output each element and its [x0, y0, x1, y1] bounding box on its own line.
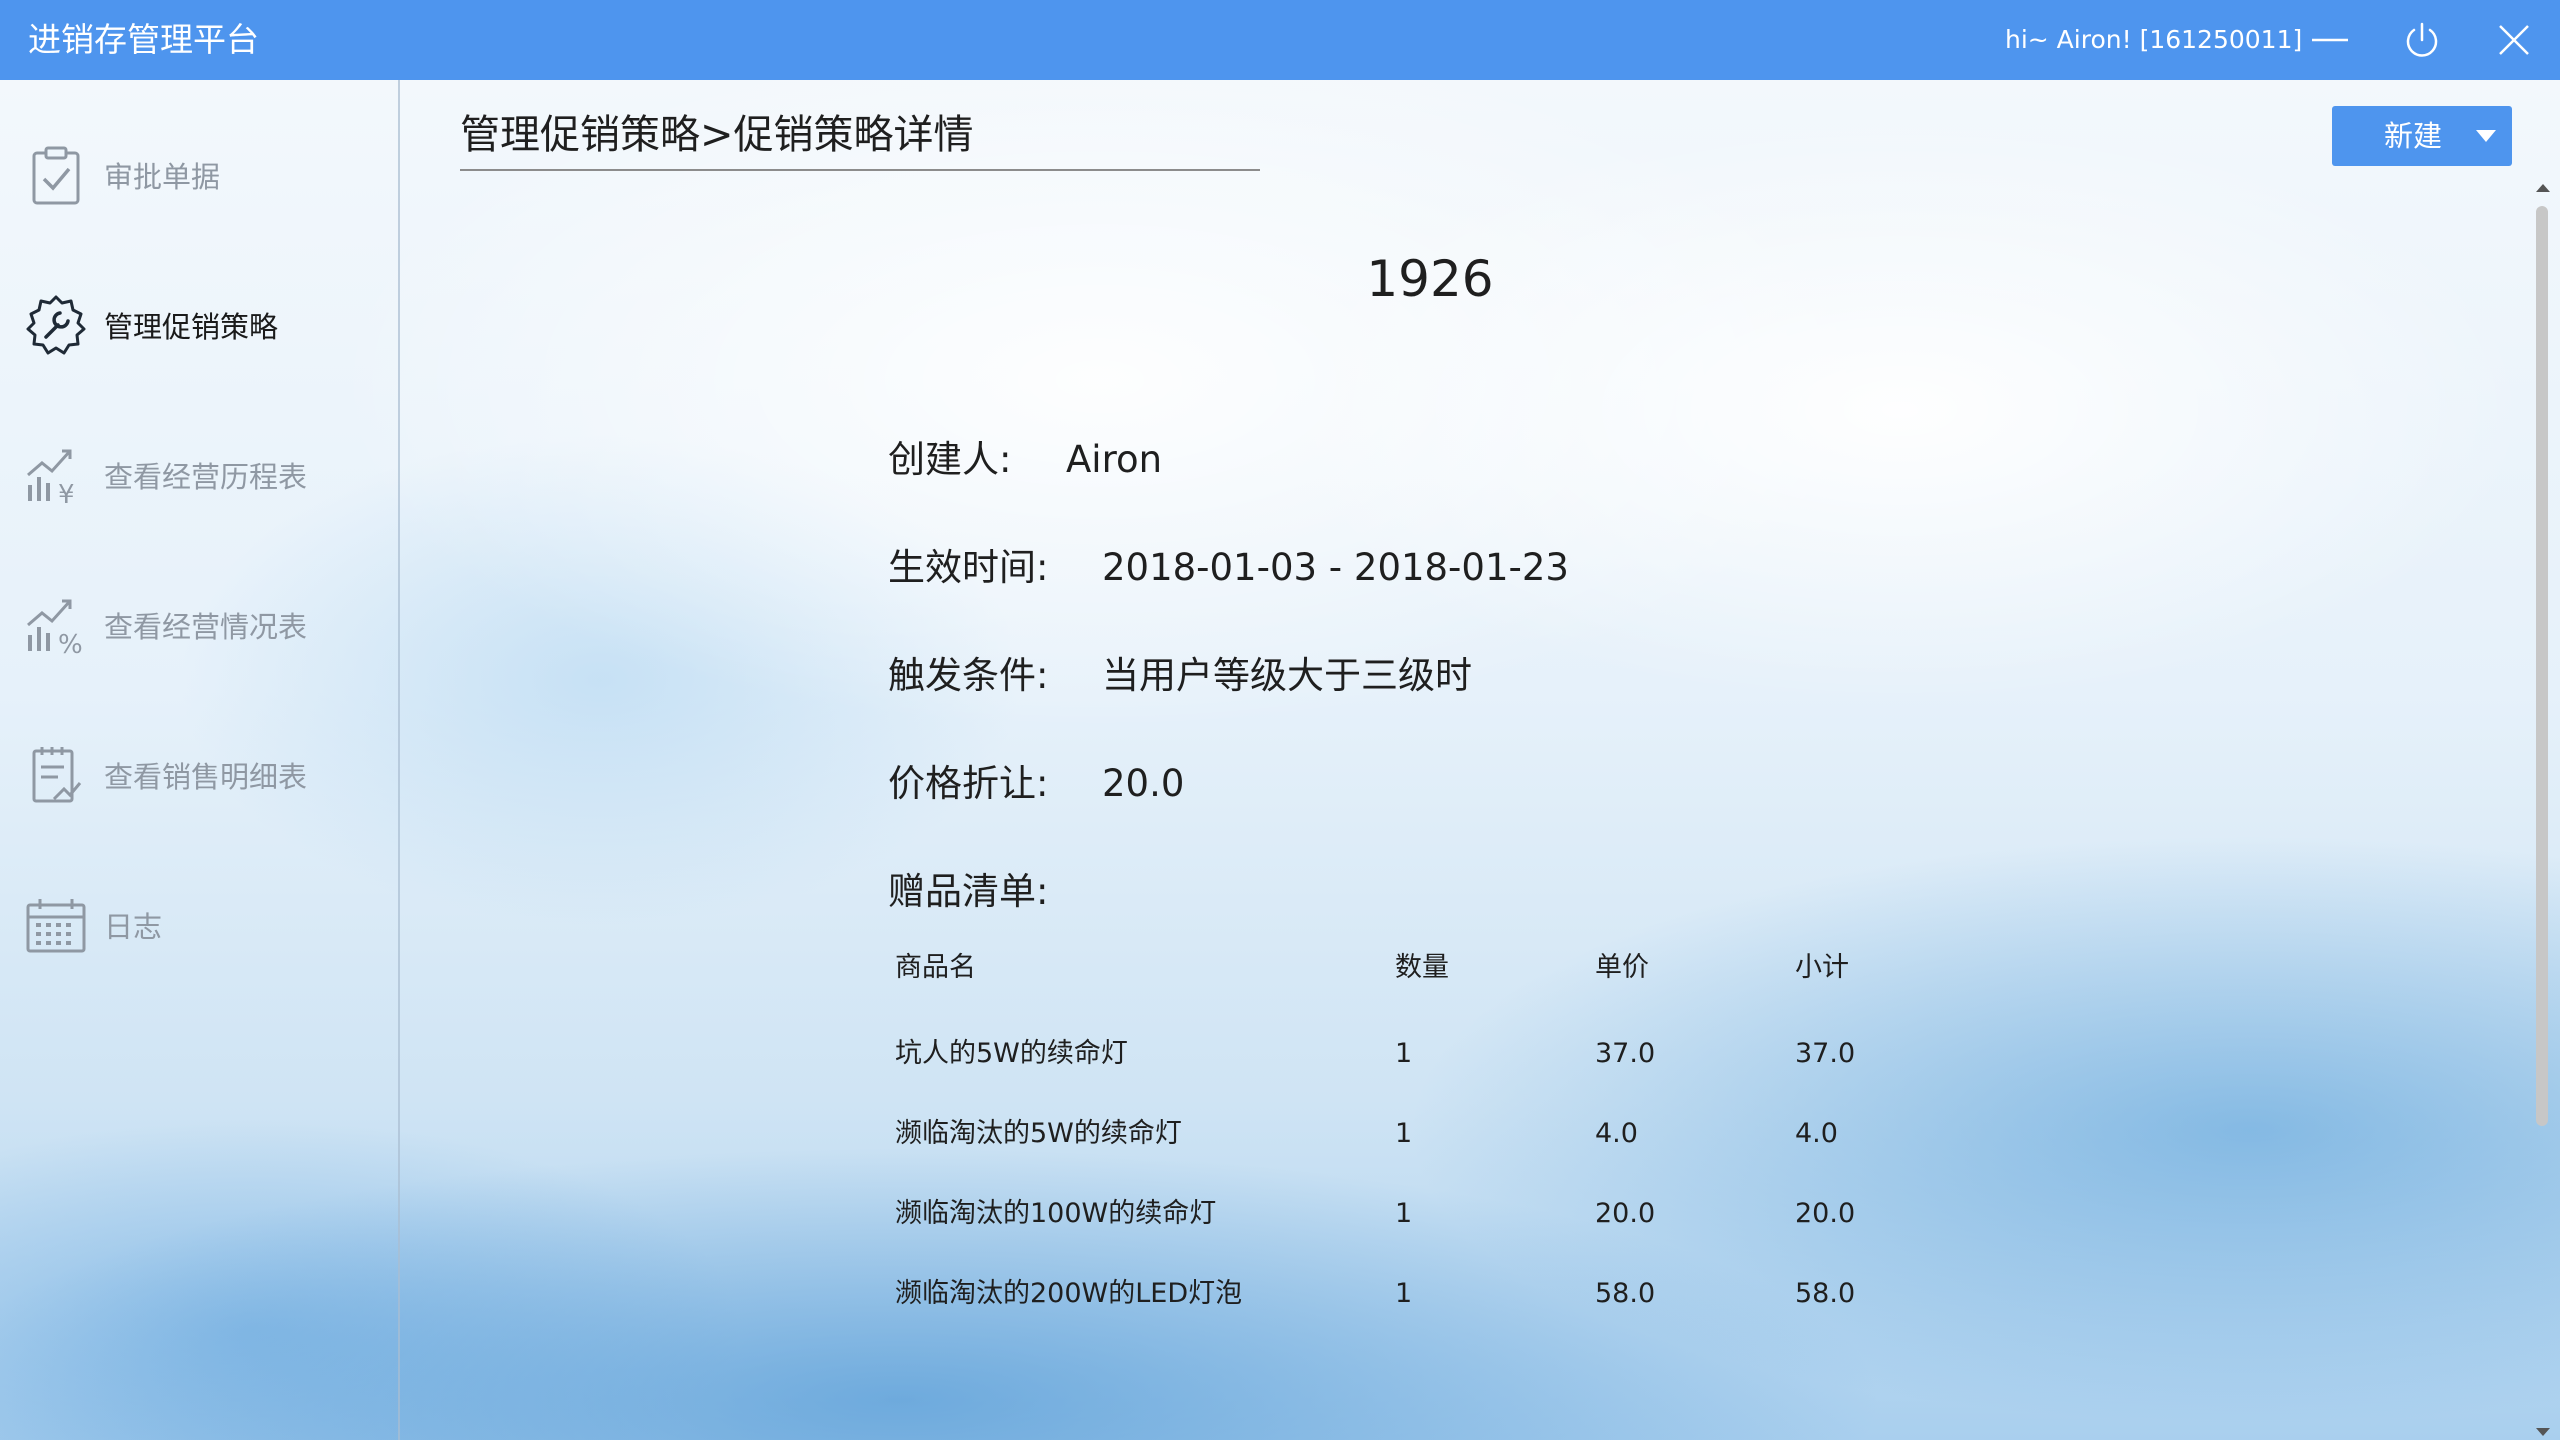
cell-unit-price: 58.0	[1595, 1278, 1656, 1309]
close-button[interactable]	[2490, 16, 2538, 64]
svg-text:%: %	[58, 630, 83, 657]
app-title: 进销存管理平台	[28, 20, 259, 59]
scroll-up-arrow-icon[interactable]	[2536, 184, 2550, 192]
cell-subtotal: 37.0	[1795, 1038, 1856, 1069]
svg-text:¥: ¥	[58, 480, 75, 507]
sidebar-item-label: 查看经营历程表	[104, 460, 308, 494]
effective-time-field: 生效时间: 2018-01-03 - 2018-01-23	[888, 543, 1569, 593]
column-header-name: 商品名	[895, 952, 976, 983]
cell-unit-price: 4.0	[1595, 1118, 1638, 1149]
cell-quantity: 1	[1395, 1118, 1413, 1149]
column-header-subtotal: 小计	[1795, 952, 1849, 983]
sidebar-item-promotion[interactable]: 管理促销策略	[0, 265, 398, 385]
sidebar-item-business-report[interactable]: % 查看经营情况表	[0, 565, 398, 685]
sidebar: 审批单据 管理促销策略 ¥ 查看经营历程表 % 查看经营情况表 查看销售明细表 …	[0, 80, 400, 1440]
sidebar-item-label: 查看销售明细表	[104, 760, 308, 794]
chart-percent-icon: %	[27, 599, 83, 657]
creator-field: 创建人: Airon	[888, 435, 1162, 485]
power-icon	[2406, 22, 2438, 57]
power-button[interactable]	[2398, 16, 2446, 64]
minimize-button[interactable]	[2306, 16, 2354, 64]
trigger-condition-label: 触发条件:	[888, 654, 1049, 697]
cell-unit-price: 37.0	[1595, 1038, 1656, 1069]
new-button[interactable]: 新建	[2332, 106, 2512, 166]
sidebar-item-history-report[interactable]: ¥ 查看经营历程表	[0, 415, 398, 535]
sidebar-item-label: 日志	[104, 910, 163, 944]
scroll-down-arrow-icon[interactable]	[2536, 1428, 2550, 1436]
breadcrumb: 管理促销策略>促销策略详情	[460, 105, 1260, 171]
column-header-unit-price: 单价	[1595, 952, 1649, 983]
creator-label: 创建人:	[888, 438, 1012, 481]
sidebar-item-log[interactable]: 日志	[0, 865, 398, 985]
cell-subtotal: 58.0	[1795, 1278, 1856, 1309]
cell-subtotal: 4.0	[1795, 1118, 1838, 1149]
cell-subtotal: 20.0	[1795, 1198, 1856, 1229]
minimize-icon	[2312, 38, 2348, 42]
cell-name: 濒临淘汰的100W的续命灯	[895, 1198, 1217, 1229]
new-button-label: 新建	[2384, 119, 2443, 153]
price-discount-label: 价格折让:	[888, 762, 1049, 805]
trigger-condition-value: 当用户等级大于三级时	[1102, 654, 1472, 697]
effective-time-value: 2018-01-03 - 2018-01-23	[1102, 546, 1569, 589]
sidebar-item-sales-detail[interactable]: 查看销售明细表	[0, 715, 398, 835]
trigger-condition-field: 触发条件: 当用户等级大于三级时	[888, 651, 1472, 701]
cell-name: 坑人的5W的续命灯	[895, 1038, 1128, 1069]
price-discount-field: 价格折让: 20.0	[888, 759, 1184, 809]
title-bar: 进销存管理平台 hi~ Airon! [161250011]	[0, 0, 2560, 80]
vertical-scrollbar[interactable]	[2532, 184, 2552, 1440]
sidebar-item-label: 审批单据	[104, 160, 221, 194]
sidebar-item-approve[interactable]: 审批单据	[0, 115, 398, 235]
calendar-icon	[26, 899, 86, 953]
column-header-quantity: 数量	[1395, 952, 1449, 983]
cell-quantity: 1	[1395, 1198, 1413, 1229]
effective-time-label: 生效时间:	[888, 546, 1049, 589]
user-greeting: hi~ Airon! [161250011]	[2005, 25, 2303, 54]
close-icon	[2499, 25, 2529, 55]
scrollbar-thumb[interactable]	[2536, 206, 2548, 1126]
price-discount-value: 20.0	[1102, 762, 1185, 805]
cell-name: 濒临淘汰的5W的续命灯	[895, 1118, 1182, 1149]
chart-yen-icon: ¥	[27, 449, 75, 507]
clipboard-check-icon	[32, 146, 80, 205]
wrench-gear-icon	[26, 295, 86, 355]
gift-list-title: 赠品清单:	[888, 870, 1049, 913]
dropdown-caret-icon[interactable]	[2476, 130, 2496, 142]
cell-name: 濒临淘汰的200W的LED灯泡	[895, 1278, 1243, 1309]
sidebar-item-label: 管理促销策略	[104, 310, 279, 344]
promotion-id-title: 1926	[1366, 250, 1494, 308]
document-chart-icon	[32, 747, 82, 803]
cell-unit-price: 20.0	[1595, 1198, 1656, 1229]
cell-quantity: 1	[1395, 1278, 1413, 1309]
creator-value: Airon	[1066, 438, 1163, 481]
cell-quantity: 1	[1395, 1038, 1413, 1069]
sidebar-item-label: 查看经营情况表	[104, 610, 308, 644]
